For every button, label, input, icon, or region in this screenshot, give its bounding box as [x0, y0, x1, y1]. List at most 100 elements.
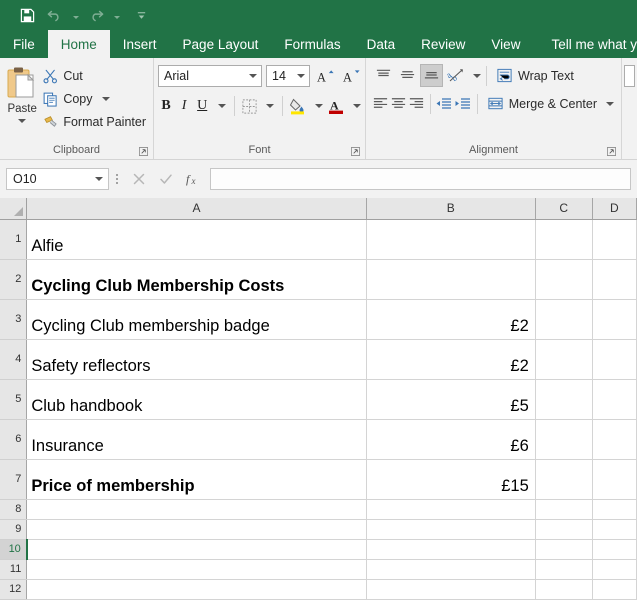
cell-c6[interactable] [535, 419, 593, 460]
copy-dropdown-caret[interactable] [101, 97, 110, 101]
cell-b12[interactable] [366, 579, 536, 600]
cell-a8[interactable] [26, 499, 367, 520]
tab-file[interactable]: File [0, 30, 48, 58]
font-dialog-launcher-icon[interactable] [351, 147, 360, 156]
align-left-button[interactable] [372, 92, 389, 115]
cell-d10[interactable] [592, 539, 637, 560]
fill-color-button[interactable] [289, 95, 307, 117]
clipboard-dialog-launcher-icon[interactable] [139, 147, 148, 156]
tab-insert[interactable]: Insert [110, 30, 170, 58]
middle-align-button[interactable] [396, 64, 419, 87]
cell-b9[interactable] [366, 519, 536, 540]
cell-a9[interactable] [26, 519, 367, 540]
column-header-b[interactable]: B [366, 198, 536, 220]
formula-input[interactable] [210, 168, 631, 190]
tab-home[interactable]: Home [47, 30, 110, 58]
wrap-text-button[interactable]: Wrap Text [492, 64, 578, 87]
cell-a1[interactable]: Alfie [26, 219, 367, 260]
cell-b2[interactable] [366, 259, 536, 300]
cell-d1[interactable] [592, 219, 637, 260]
select-all-corner[interactable] [0, 198, 28, 220]
font-size-dropdown-caret[interactable] [293, 66, 309, 86]
cell-a7[interactable]: Price of membership [26, 459, 367, 500]
cell-a3[interactable]: Cycling Club membership badge [26, 299, 367, 340]
underline-dropdown-caret[interactable] [212, 95, 228, 117]
cell-a4[interactable]: Safety reflectors [26, 339, 367, 380]
cell-a12[interactable] [26, 579, 367, 600]
merge-center-dropdown-caret[interactable] [605, 101, 614, 106]
row-header-3[interactable]: 3 [0, 299, 28, 340]
cell-c2[interactable] [535, 259, 593, 300]
undo-dropdown-caret[interactable] [70, 3, 81, 27]
redo-button[interactable] [83, 3, 109, 27]
enter-formula-button[interactable] [152, 168, 179, 190]
increase-font-size-button[interactable]: A [314, 64, 337, 88]
cell-c9[interactable] [535, 519, 593, 540]
cell-a6[interactable]: Insurance [26, 419, 367, 460]
cell-c3[interactable] [535, 299, 593, 340]
cell-d11[interactable] [592, 559, 637, 580]
cell-c10[interactable] [535, 539, 593, 560]
font-color-button[interactable]: A [327, 95, 345, 117]
font-color-dropdown-caret[interactable] [347, 95, 363, 117]
column-header-c[interactable]: C [535, 198, 593, 220]
row-header-6[interactable]: 6 [0, 419, 28, 460]
decrease-font-size-button[interactable]: A [340, 64, 363, 88]
tab-formulas[interactable]: Formulas [271, 30, 353, 58]
font-size-combo[interactable]: 14 [266, 65, 310, 87]
cell-d4[interactable] [592, 339, 637, 380]
row-header-2[interactable]: 2 [0, 259, 28, 300]
row-header-12[interactable]: 12 [0, 579, 28, 600]
orientation-button[interactable]: a b [444, 64, 467, 87]
cell-d9[interactable] [592, 519, 637, 540]
merge-center-button[interactable]: Merge & Center [483, 92, 618, 115]
customize-quick-access-button[interactable] [130, 3, 152, 27]
bold-button[interactable]: B [158, 95, 174, 117]
cell-b1[interactable] [366, 219, 536, 260]
format-painter-button[interactable]: Format Painter [40, 111, 149, 133]
cell-b10[interactable] [366, 539, 536, 560]
column-header-a[interactable]: A [26, 198, 367, 220]
tell-me-box[interactable]: Tell me what yo [533, 30, 637, 58]
cell-c7[interactable] [535, 459, 593, 500]
cancel-formula-button[interactable] [125, 168, 152, 190]
row-header-9[interactable]: 9 [0, 519, 28, 540]
cell-d12[interactable] [592, 579, 637, 600]
cell-b6[interactable]: £6 [366, 419, 536, 460]
increase-indent-button[interactable] [454, 92, 472, 115]
fill-color-dropdown-caret[interactable] [309, 95, 325, 117]
cell-d6[interactable] [592, 419, 637, 460]
align-center-button[interactable] [390, 92, 407, 115]
tab-review[interactable]: Review [408, 30, 478, 58]
cell-b3[interactable]: £2 [366, 299, 536, 340]
cell-b5[interactable]: £5 [366, 379, 536, 420]
orientation-dropdown-caret[interactable] [468, 64, 481, 87]
cut-button[interactable]: Cut [40, 65, 149, 87]
cell-d2[interactable] [592, 259, 637, 300]
tab-view[interactable]: View [478, 30, 533, 58]
font-name-dropdown-caret[interactable] [245, 66, 261, 86]
cell-b4[interactable]: £2 [366, 339, 536, 380]
row-header-8[interactable]: 8 [0, 499, 28, 520]
tab-data[interactable]: Data [354, 30, 409, 58]
borders-dropdown-caret[interactable] [260, 95, 276, 117]
column-header-d[interactable]: D [592, 198, 637, 220]
row-header-10[interactable]: 10 [0, 539, 28, 560]
row-header-4[interactable]: 4 [0, 339, 28, 380]
borders-button[interactable] [241, 95, 258, 117]
name-box-dropdown-caret[interactable] [90, 177, 108, 181]
paste-button[interactable]: Paste [4, 63, 40, 141]
row-header-11[interactable]: 11 [0, 559, 28, 580]
cell-d3[interactable] [592, 299, 637, 340]
italic-button[interactable]: I [176, 95, 192, 117]
redo-dropdown-caret[interactable] [111, 3, 122, 27]
tab-page-layout[interactable]: Page Layout [170, 30, 272, 58]
cell-d8[interactable] [592, 499, 637, 520]
row-header-7[interactable]: 7 [0, 459, 28, 500]
cell-b11[interactable] [366, 559, 536, 580]
font-name-combo[interactable]: Arial [158, 65, 263, 87]
cell-c11[interactable] [535, 559, 593, 580]
cell-d5[interactable] [592, 379, 637, 420]
cell-b7[interactable]: £15 [366, 459, 536, 500]
cell-c4[interactable] [535, 339, 593, 380]
